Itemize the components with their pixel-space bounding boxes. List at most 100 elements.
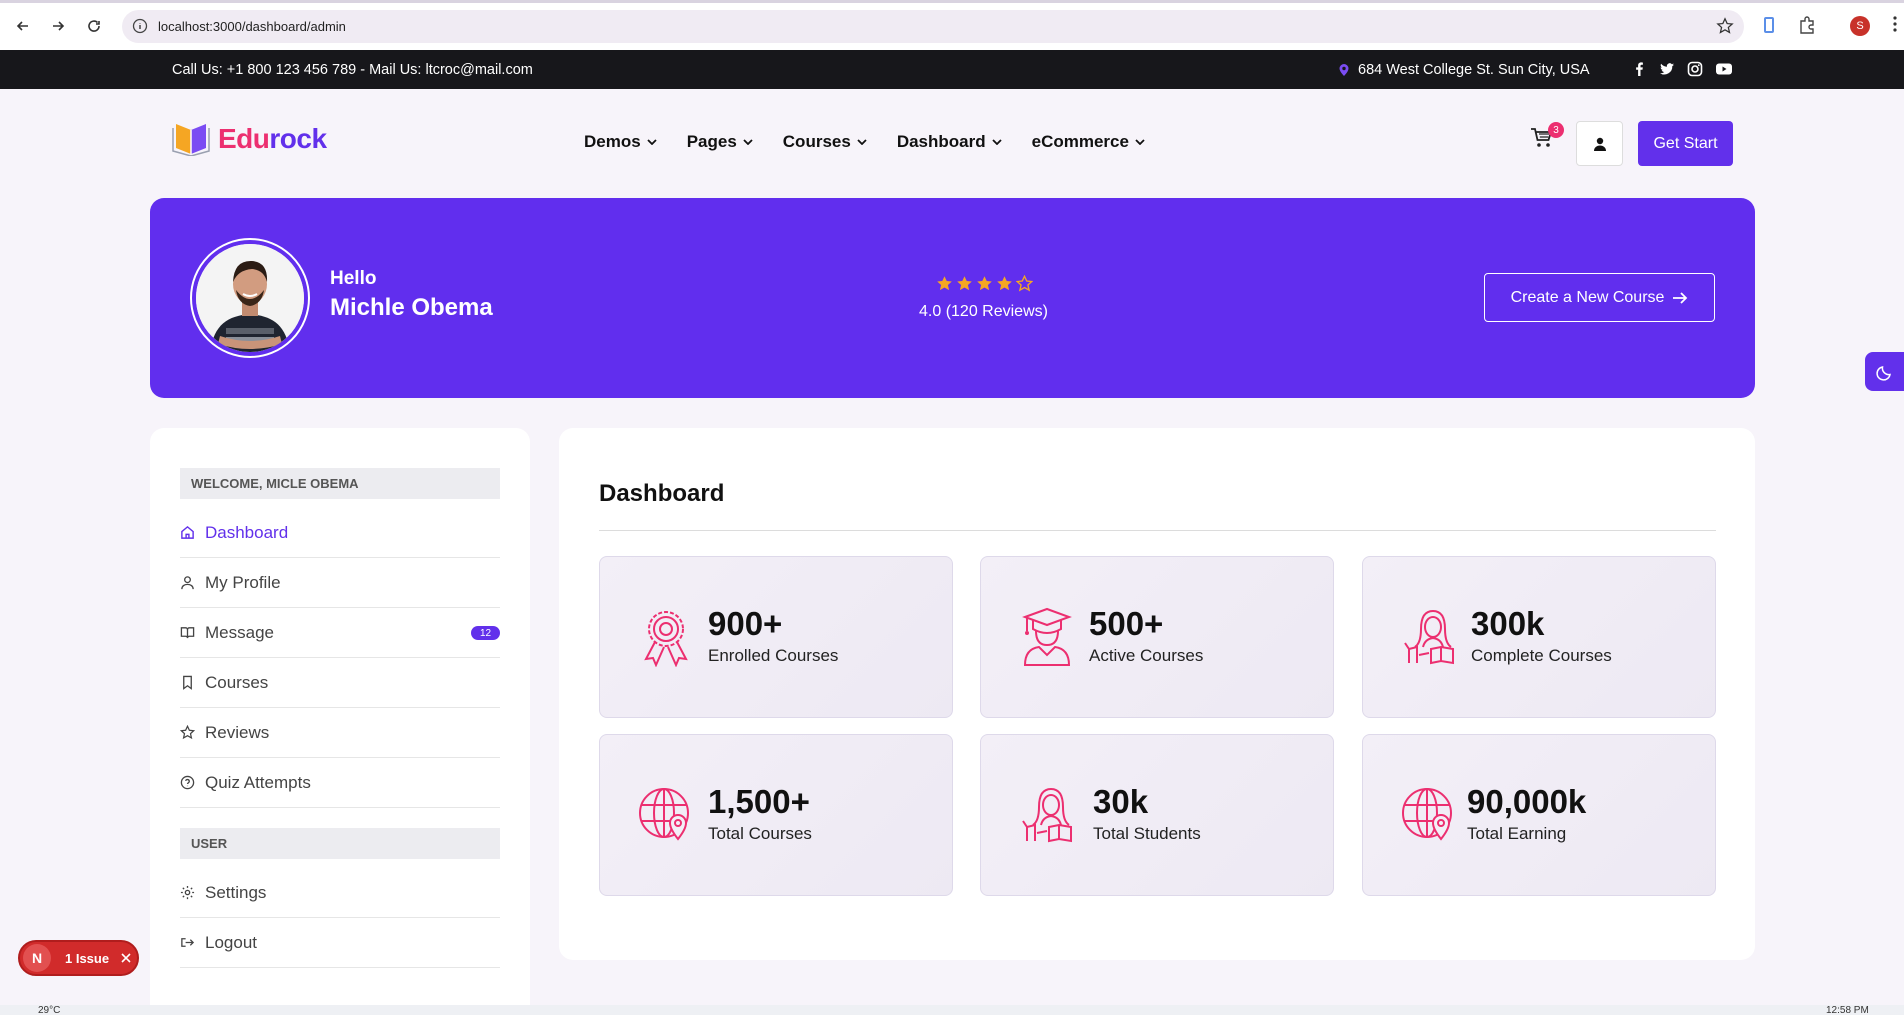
nav-dashboard[interactable]: Dashboard [897,132,1002,152]
sidebar-item-settings[interactable]: Settings [180,868,500,918]
address-text: 684 West College St. Sun City, USA [1358,62,1590,78]
url-text: localhost:3000/dashboard/admin [158,19,346,34]
moon-icon [1875,365,1891,381]
sidebar-item-message[interactable]: Message 12 [180,608,500,658]
globe-location-icon [1402,788,1452,841]
close-icon[interactable] [121,953,131,963]
sidebar-item-reviews[interactable]: Reviews [180,708,500,758]
top-info-bar: Call Us: +1 800 123 456 789 - Mail Us: l… [0,50,1904,89]
arrow-right-icon [1673,291,1688,304]
stat-card-complete-courses: 300k Complete Courses [1362,556,1716,718]
nav-courses[interactable]: Courses [783,132,867,152]
star-filled-icon [937,276,952,291]
sidebar-item-quiz-attempts[interactable]: Quiz Attempts [180,758,500,808]
brand-name: Edurock [218,123,327,154]
twitter-icon[interactable] [1659,61,1675,77]
issue-count-label: 1 Issue [65,950,110,966]
brand-logo[interactable]: Edurock [172,122,327,156]
stat-card-enrolled-courses: 900+ Enrolled Courses [599,556,953,718]
more-vertical-icon[interactable] [1892,15,1898,33]
framework-logo-icon: N [23,944,51,972]
social-links [1631,61,1733,77]
facebook-icon[interactable] [1631,61,1647,77]
sidebar-item-logout[interactable]: Logout [180,918,500,968]
instagram-icon[interactable] [1687,61,1703,77]
avatar [190,238,310,358]
chevron-down-icon [1135,139,1145,145]
forward-button[interactable] [47,15,69,37]
reload-button[interactable] [83,15,105,37]
bookmark-star-icon[interactable] [1716,17,1734,35]
sidebar-item-courses[interactable]: Courses [180,658,500,708]
stat-value: 30k [1093,783,1149,820]
star-filled-icon [977,276,992,291]
page-title: Dashboard [599,480,725,507]
address-bar[interactable]: localhost:3000/dashboard/admin [122,10,1744,43]
instructor-photo [196,244,304,352]
nav-demos[interactable]: Demos [584,132,657,152]
stat-value: 900+ [708,605,783,642]
star-empty-icon [1016,275,1033,292]
dark-mode-toggle[interactable] [1865,352,1904,391]
youtube-icon[interactable] [1715,61,1733,77]
address-info: 684 West College St. Sun City, USA [1338,62,1590,78]
stat-label: Complete Courses [1471,646,1612,665]
gear-icon [180,885,195,900]
award-icon [644,611,688,667]
stat-label: Total Students [1093,824,1201,843]
chevron-down-icon [857,139,867,145]
star-filled-icon [957,276,972,291]
book-open-icon [180,627,195,639]
get-start-button[interactable]: Get Start [1638,121,1733,166]
title-divider [599,530,1716,531]
open-book-logo-icon [172,124,210,156]
profile-avatar[interactable]: S [1850,16,1870,36]
location-pin-icon [1339,64,1349,76]
stat-card-total-students: 30k Total Students [980,734,1334,896]
sidebar-item-my-profile[interactable]: My Profile [180,558,500,608]
stat-label: Total Earning [1467,824,1567,843]
user-icon [1593,137,1606,151]
star-icon [180,725,195,740]
puzzle-icon[interactable] [1797,15,1817,35]
sidebar-item-dashboard[interactable]: Dashboard [180,508,500,558]
user-icon [181,576,194,590]
create-course-button[interactable]: Create a New Course [1484,273,1715,322]
arrow-right-icon [53,21,65,31]
star-filled-icon [997,276,1012,291]
graduate-icon [1022,607,1072,666]
profile-banner: Hello Michle Obema 4.0 (120 Reviews) Cre… [150,198,1755,398]
logout-icon [181,938,195,947]
rating-text: 4.0 (120 Reviews) [919,303,1048,320]
globe-location-icon [639,788,689,841]
chevron-down-icon [991,139,1002,145]
main-navigation: Demos Pages Courses Dashboard eCommerce [584,132,1145,152]
contact-info: Call Us: +1 800 123 456 789 - Mail Us: l… [172,62,533,78]
os-taskbar: 29°C 12:58 PM [0,1005,1904,1015]
stat-card-total-courses: 1,500+ Total Courses [599,734,953,896]
student-reading-icon [1404,609,1454,665]
extension-icon[interactable] [1761,15,1777,35]
stat-label: Total Courses [708,824,812,843]
dev-issues-indicator[interactable]: N 1 Issue [18,940,139,976]
stat-label: Enrolled Courses [708,646,839,665]
nav-pages[interactable]: Pages [687,132,753,152]
stat-value: 500+ [1089,605,1164,642]
stat-value: 300k [1471,605,1545,642]
tab-strip [0,0,1904,3]
user-account-button[interactable] [1576,121,1623,166]
stat-value: 90,000k [1467,783,1587,820]
stat-card-total-earning: 90,000k Total Earning [1362,734,1716,896]
rating-stars [936,275,1033,292]
message-count-badge: 12 [471,626,500,640]
dashboard-sidebar: WELCOME, MICLE OBEMA Dashboard My Profil… [150,428,530,1015]
chevron-down-icon [743,139,753,145]
clock-text: 12:58 PM [1826,1005,1869,1015]
back-button[interactable] [12,15,34,37]
chevron-down-icon [647,139,657,145]
nav-ecommerce[interactable]: eCommerce [1032,132,1145,152]
site-header: Edurock Demos Pages Courses Dashboard eC… [0,89,1904,197]
stat-label: Active Courses [1089,646,1204,665]
browser-chrome: localhost:3000/dashboard/admin S [0,0,1904,50]
user-section-heading: USER [180,828,500,859]
